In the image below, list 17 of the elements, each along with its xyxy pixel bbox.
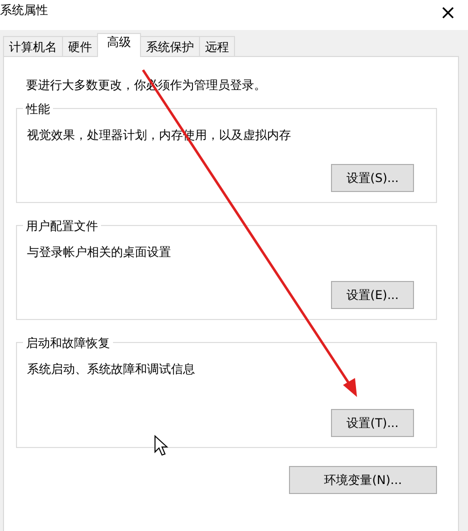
tab[interactable]: 硬件 — [62, 36, 98, 56]
group-title: 用户配置文件 — [23, 218, 101, 235]
group-title: 性能 — [23, 101, 53, 118]
settings-button[interactable]: 设置(S)... — [331, 164, 414, 192]
tab[interactable]: 高级 — [97, 33, 141, 57]
group-title: 启动和故障恢复 — [23, 335, 113, 352]
environment-variables-button[interactable]: 环境变量(N)... — [289, 466, 437, 494]
close-button[interactable]: × — [428, 0, 468, 27]
settings-button[interactable]: 设置(E)... — [331, 281, 414, 309]
window-title: 系统属性 — [0, 2, 48, 18]
tab[interactable]: 远程 — [199, 36, 235, 56]
tab[interactable]: 计算机名 — [3, 36, 63, 56]
tab[interactable]: 系统保护 — [140, 36, 200, 56]
settings-button[interactable]: 设置(T)... — [331, 409, 414, 437]
group-description: 系统启动、系统故障和调试信息 — [27, 361, 196, 378]
group-description: 与登录帐户相关的桌面设置 — [27, 244, 172, 261]
mouse-cursor-icon — [154, 434, 168, 456]
